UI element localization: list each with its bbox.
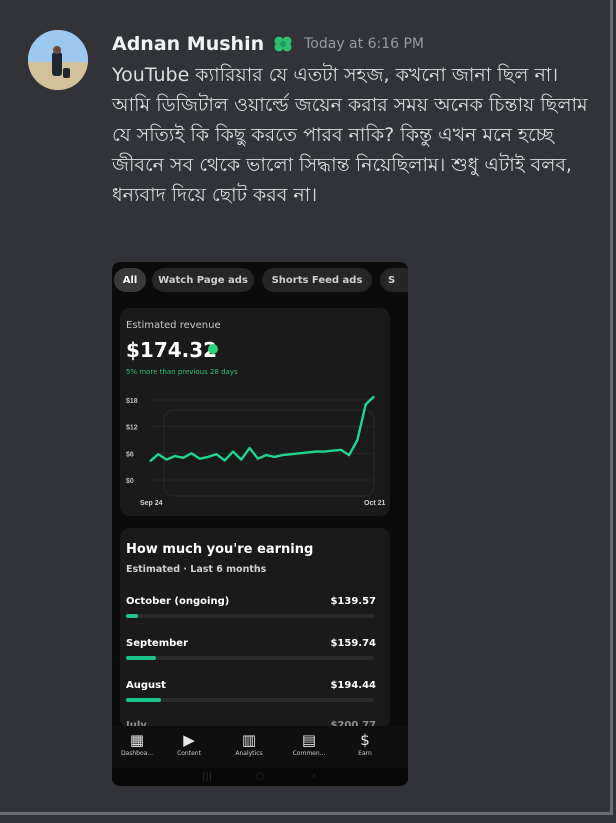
- nav-dashboard: ▦ Dashboa...: [112, 730, 162, 757]
- revenue-line-chart: $0 $6 $12 $18 Sep 24 Oct 21: [126, 395, 386, 507]
- message-text: YouTube ক্যারিয়ার যে এতটা সহজ, কখনো জান…: [112, 64, 588, 206]
- row-value: $159.74: [330, 638, 376, 649]
- row-value: $139.57: [330, 596, 376, 607]
- row-fill: [126, 656, 156, 660]
- revenue-label: Estimated revenue: [126, 320, 221, 331]
- chart-point: [331, 450, 334, 452]
- chart-point: [315, 450, 317, 453]
- nav-content: ▶ Content: [164, 730, 214, 757]
- chip-more: S: [380, 268, 408, 292]
- chart-point: [199, 458, 201, 460]
- row-month: September: [126, 638, 188, 649]
- username[interactable]: Adnan Mushin: [112, 33, 264, 55]
- chart-point: [348, 454, 350, 456]
- chart-point: [365, 403, 367, 406]
- chart-series-line: [149, 395, 375, 463]
- chart-y-tick: $0: [126, 478, 134, 485]
- nav-label: Dashboa...: [120, 750, 154, 757]
- comments-icon: ▤: [301, 731, 317, 749]
- chart-point: [174, 455, 176, 457]
- chart-point: [232, 450, 234, 453]
- chip-shorts-feed-ads: Shorts Feed ads: [262, 268, 372, 292]
- chart-point: [298, 452, 300, 454]
- chip-all: All: [114, 268, 146, 292]
- nav-label: Earn: [358, 750, 372, 757]
- earning-row: August $194.44: [126, 680, 376, 716]
- home-icon: ○: [256, 771, 265, 782]
- chart-point: [207, 456, 209, 458]
- chart-point: [290, 453, 292, 455]
- dashboard-icon: ▦: [129, 731, 145, 749]
- chart-point: [224, 459, 226, 462]
- chart-y-tick: $18: [126, 398, 138, 405]
- chart-x-tick: Oct 21: [364, 500, 386, 507]
- nav-earn: $ Earn: [340, 730, 390, 757]
- chart-point: [273, 456, 276, 458]
- revenue-amount: $174.32: [126, 338, 218, 362]
- earn-icon: $: [360, 731, 370, 749]
- chart-point: [282, 454, 284, 456]
- bottom-nav: ▦ Dashboa... ▶ Content ▥ Analytics ▤ Com…: [112, 726, 408, 768]
- earning-row: October (ongoing) $139.57: [126, 596, 376, 632]
- system-nav-bar: ||| ○ ‹: [112, 768, 408, 786]
- row-fill: [126, 614, 139, 618]
- trend-up-icon: [208, 344, 218, 354]
- chart-y-tick: $6: [126, 451, 134, 458]
- chart-point: [240, 458, 242, 461]
- row-month: August: [126, 680, 166, 691]
- row-month: October (ongoing): [126, 596, 230, 607]
- chart-point: [190, 452, 193, 454]
- earning-title: How much you're earning: [126, 542, 314, 557]
- chart-point: [182, 457, 184, 459]
- row-fill: [126, 698, 161, 702]
- recents-icon: |||: [202, 771, 213, 782]
- nav-analytics: ▥ Analytics: [224, 730, 274, 757]
- avatar[interactable]: [28, 30, 88, 90]
- chart-point: [340, 449, 342, 451]
- analytics-icon: ▥: [241, 731, 257, 749]
- chart-point: [157, 453, 159, 455]
- filter-chips: All Watch Page ads Shorts Feed ads S: [112, 262, 408, 298]
- chart-point: [323, 450, 325, 453]
- row-value: $194.44: [330, 680, 376, 691]
- earning-subtitle: Estimated · Last 6 months: [126, 564, 267, 575]
- row-track: [126, 656, 374, 660]
- chip-watch-page-ads: Watch Page ads: [152, 268, 254, 292]
- chart-point: [265, 454, 267, 456]
- chart-point: [248, 447, 251, 449]
- revenue-card: Estimated revenue $174.32 5% more than p…: [120, 308, 390, 516]
- nav-label: Commen...: [292, 750, 326, 757]
- row-track: [126, 698, 374, 702]
- green-flower-badge-icon[interactable]: [272, 33, 294, 55]
- timestamp[interactable]: Today at 6:16 PM: [304, 36, 424, 52]
- revenue-comparison: 5% more than previous 28 days: [126, 368, 238, 376]
- attached-image[interactable]: All Watch Page ads Shorts Feed ads S Est…: [112, 262, 408, 786]
- chart-point: [373, 395, 375, 398]
- nav-comments: ▤ Commen...: [284, 730, 334, 757]
- chart-point: [356, 439, 359, 441]
- content-icon: ▶: [183, 731, 195, 749]
- earning-row: September $159.74: [126, 638, 376, 674]
- earning-card: How much you're earning Estimated · Last…: [120, 528, 390, 731]
- chart-point: [165, 458, 168, 461]
- chart-y-tick: $12: [126, 425, 138, 432]
- nav-label: Analytics: [235, 750, 263, 757]
- avatar-photo: [28, 30, 88, 90]
- chart-point: [257, 458, 259, 460]
- message-header: Adnan Mushin Today at 6:16 PM: [112, 30, 424, 58]
- nav-label: Content: [177, 750, 201, 757]
- chart-point: [215, 453, 217, 455]
- chart-point: [307, 451, 309, 454]
- chart-point: [149, 460, 151, 462]
- chart-x-tick: Sep 24: [140, 500, 163, 507]
- row-track: [126, 614, 374, 618]
- back-icon: ‹: [312, 771, 316, 782]
